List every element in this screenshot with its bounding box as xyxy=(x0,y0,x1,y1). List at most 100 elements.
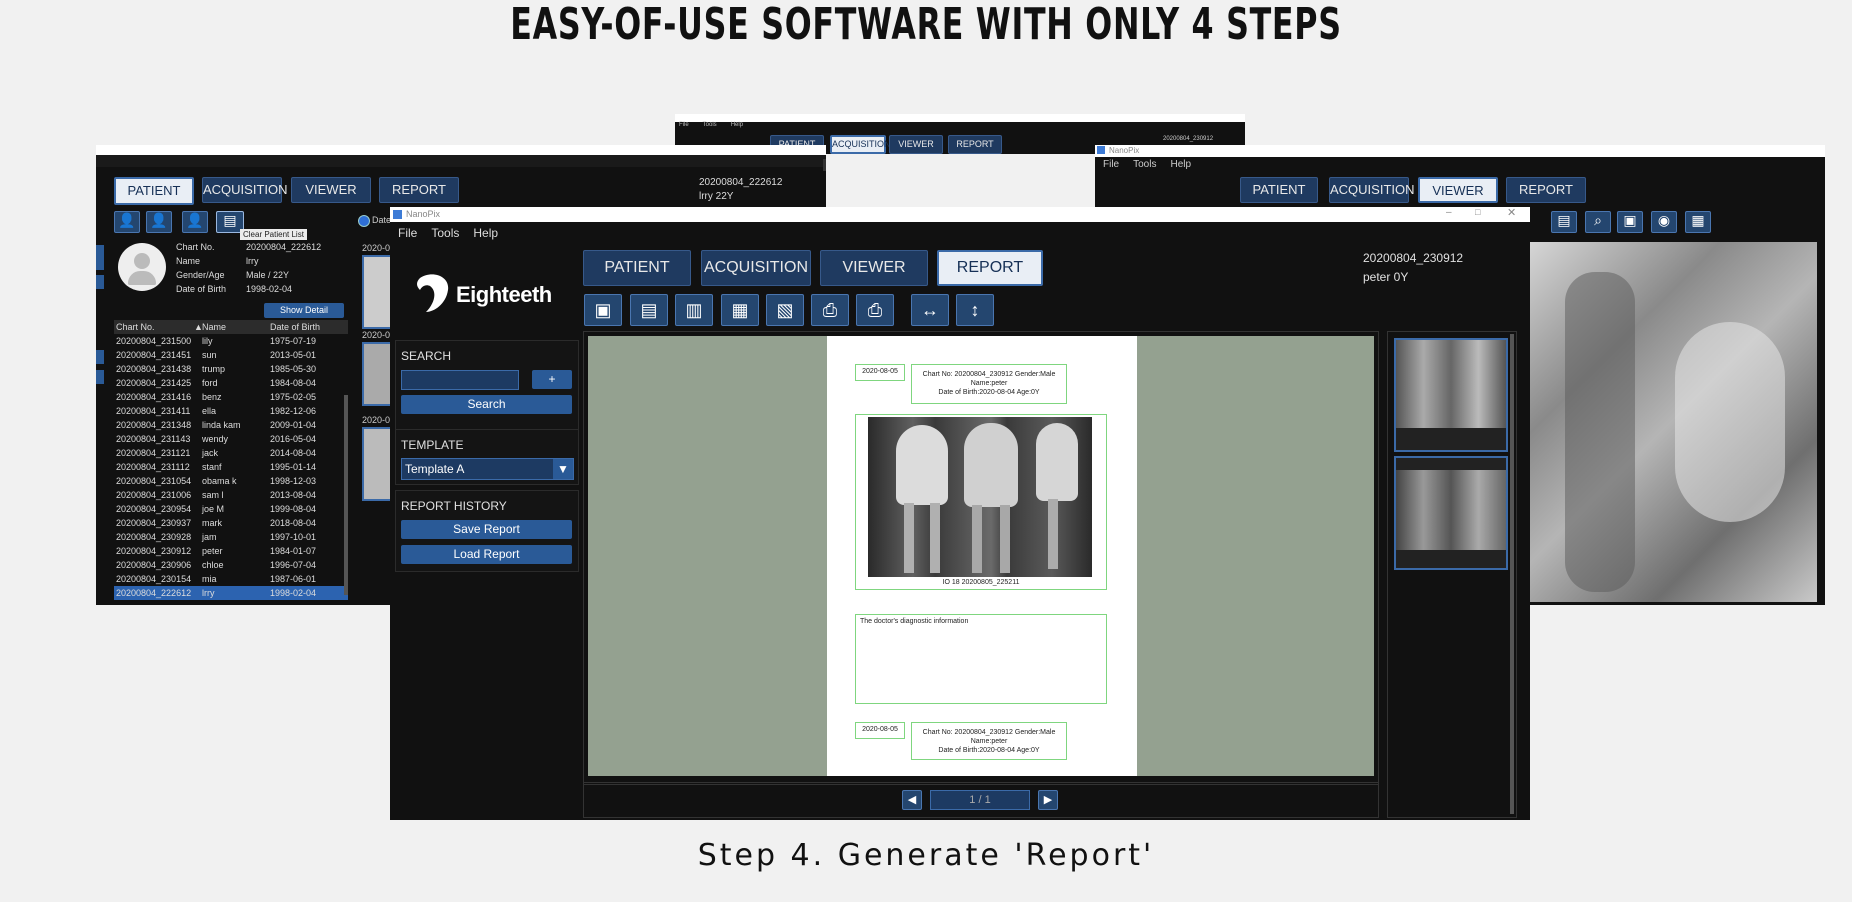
xray-image[interactable] xyxy=(1525,242,1817,602)
table-row[interactable]: 20200804_230954 joe M 1999-08-04 xyxy=(114,502,348,516)
table-row[interactable]: 20200804_231438 trump 1985-05-30 xyxy=(114,362,348,376)
menu-tools[interactable]: Tools xyxy=(703,122,717,128)
table-row[interactable]: 20200804_231121 jack 2014-08-04 xyxy=(114,446,348,460)
tab-report[interactable]: REPORT xyxy=(937,250,1043,286)
table-row[interactable]: 20200804_231054 obama k 1998-12-03 xyxy=(114,474,348,488)
export-icon[interactable]: ▣ xyxy=(1617,211,1643,233)
tab-acquisition[interactable]: ACQUISITION xyxy=(701,250,811,286)
table-row-selected[interactable]: 20200804_222612 lrry 1998-02-04 xyxy=(114,586,348,600)
delete-patient-icon[interactable]: 👤 xyxy=(182,211,208,233)
edit-patient-icon[interactable]: 👤 xyxy=(146,211,172,233)
report-date-box[interactable]: 2020-08-05 xyxy=(855,722,905,739)
page-down-icon[interactable]: ▧ xyxy=(766,294,804,326)
report-page[interactable]: 2020-08-05 Chart No: 20200804_230912 Gen… xyxy=(827,336,1137,776)
table-row[interactable]: 20200804_230912 peter 1984-01-07 xyxy=(114,544,348,558)
annotation-icon[interactable]: ▤ xyxy=(1551,211,1577,233)
thumbnail-scrollbar[interactable] xyxy=(1510,334,1514,814)
table-row[interactable]: 20200804_231425 ford 1984-08-04 xyxy=(114,376,348,390)
menu-help[interactable]: Help xyxy=(473,226,498,240)
menu-tools[interactable]: Tools xyxy=(431,226,459,240)
menu-help[interactable]: Help xyxy=(731,122,743,128)
column-dob[interactable]: Date of Birth xyxy=(270,320,320,334)
report-header-box[interactable]: Chart No: 20200804_230912 Gender:Male Na… xyxy=(911,364,1067,404)
thumbnail[interactable] xyxy=(1394,338,1508,452)
fit-width-icon[interactable]: ↔ xyxy=(911,294,949,326)
move-page-icon[interactable]: ▦ xyxy=(721,294,759,326)
side-handle[interactable] xyxy=(96,275,104,289)
date-radio[interactable] xyxy=(358,215,370,227)
add-image-icon[interactable]: ▣ xyxy=(584,294,622,326)
tab-viewer[interactable]: VIEWER xyxy=(1418,177,1498,203)
prev-page-icon[interactable]: ◀ xyxy=(902,790,922,810)
insert-page-icon[interactable]: ▤ xyxy=(630,294,668,326)
menu-file[interactable]: File xyxy=(1103,159,1119,170)
save-report-button[interactable]: Save Report xyxy=(401,520,572,539)
report-footer-box[interactable]: Chart No: 20200804_230912 Gender:Male Na… xyxy=(911,722,1067,760)
table-header: Chart No. ▲ Name Date of Birth xyxy=(114,320,348,334)
template-select[interactable]: Template A ▼ xyxy=(401,458,574,480)
table-row[interactable]: 20200804_231416 benz 1975-02-05 xyxy=(114,390,348,404)
tab-acquisition[interactable]: ACQUISITION xyxy=(1329,177,1415,203)
side-handle[interactable] xyxy=(96,245,104,270)
tab-patient[interactable]: PATIENT xyxy=(114,177,194,205)
report-date-box[interactable]: 2020-08-05 xyxy=(855,364,905,381)
add-search-button[interactable]: + xyxy=(532,370,572,389)
table-row[interactable]: 20200804_231112 stanf 1995-01-14 xyxy=(114,460,348,474)
tooltip: Clear Patient List xyxy=(240,229,307,240)
tab-viewer[interactable]: VIEWER xyxy=(889,135,943,154)
column-name[interactable]: Name xyxy=(202,320,226,334)
side-handle[interactable] xyxy=(96,350,104,364)
close-icon[interactable]: ✕ xyxy=(1507,207,1516,219)
copy-page-icon[interactable]: ▥ xyxy=(675,294,713,326)
tab-viewer[interactable]: VIEWER xyxy=(820,250,928,286)
table-row[interactable]: 20200804_230928 jam 1997-10-01 xyxy=(114,530,348,544)
add-patient-icon[interactable]: 👤 xyxy=(114,211,140,233)
tab-report[interactable]: REPORT xyxy=(379,177,459,203)
table-scrollbar[interactable] xyxy=(344,395,348,595)
tab-report[interactable]: REPORT xyxy=(948,135,1002,154)
tab-patient[interactable]: PATIENT xyxy=(1240,177,1318,203)
column-chart-no[interactable]: Chart No. xyxy=(116,320,155,334)
tab-report[interactable]: REPORT xyxy=(1506,177,1586,203)
tab-patient[interactable]: PATIENT xyxy=(583,250,691,286)
table-row[interactable]: 20200804_230906 chloe 1996-07-04 xyxy=(114,558,348,572)
table-row[interactable]: 20200804_231348 linda kam 2009-01-04 xyxy=(114,418,348,432)
camera-icon[interactable]: ◉ xyxy=(1651,211,1677,233)
zoom-icon[interactable]: ⌕ xyxy=(1585,211,1611,233)
next-page-icon[interactable]: ▶ xyxy=(1038,790,1058,810)
menu-file[interactable]: File xyxy=(679,122,689,128)
xray-image[interactable] xyxy=(868,417,1092,577)
page-indicator[interactable]: 1 / 1 xyxy=(930,790,1030,810)
print-preview-icon[interactable]: ⎙ xyxy=(856,294,894,326)
tab-acquisition[interactable]: ACQUISITION xyxy=(202,177,288,203)
tab-acquisition[interactable]: ACQUISITION xyxy=(830,135,891,154)
patient-id: 20200804_222612 xyxy=(699,177,783,188)
side-handle[interactable] xyxy=(96,370,104,384)
diagnosis-box[interactable]: The doctor's diagnostic information xyxy=(855,614,1107,704)
menu-file[interactable]: File xyxy=(398,226,417,240)
grid-icon[interactable]: ▦ xyxy=(1685,211,1711,233)
table-row[interactable]: 20200804_231451 sun 2013-05-01 xyxy=(114,348,348,362)
table-row[interactable]: 20200804_231143 wendy 2016-05-04 xyxy=(114,432,348,446)
search-input[interactable] xyxy=(401,370,519,390)
tab-viewer[interactable]: VIEWER xyxy=(291,177,371,203)
table-row[interactable]: 20200804_230937 mark 2018-08-04 xyxy=(114,516,348,530)
info-value: Male / 22Y xyxy=(246,270,290,280)
menu-tools[interactable]: Tools xyxy=(1133,159,1156,170)
table-row[interactable]: 20200804_231500 lily 1975-07-19 xyxy=(114,334,348,348)
table-row[interactable]: 20200804_230154 mia 1987-06-01 xyxy=(114,572,348,586)
show-detail-button[interactable]: Show Detail xyxy=(264,303,344,318)
menu-help[interactable]: Help xyxy=(1170,159,1191,170)
print-icon[interactable]: ⎙ xyxy=(811,294,849,326)
minimize-icon[interactable]: – xyxy=(1446,207,1452,218)
report-image-box[interactable]: IO 18 20200805_225211 xyxy=(855,414,1107,590)
table-row[interactable]: 20200804_231006 sam l 2013-08-04 xyxy=(114,488,348,502)
maximize-icon[interactable]: □ xyxy=(1475,207,1480,217)
fit-height-icon[interactable]: ↕ xyxy=(956,294,994,326)
chevron-down-icon[interactable]: ▼ xyxy=(553,459,573,479)
thumbnail[interactable] xyxy=(1394,456,1508,570)
search-button[interactable]: Search xyxy=(401,395,572,414)
table-row[interactable]: 20200804_231411 ella 1982-12-06 xyxy=(114,404,348,418)
view-toggle-icon[interactable] xyxy=(823,159,826,171)
load-report-button[interactable]: Load Report xyxy=(401,545,572,564)
